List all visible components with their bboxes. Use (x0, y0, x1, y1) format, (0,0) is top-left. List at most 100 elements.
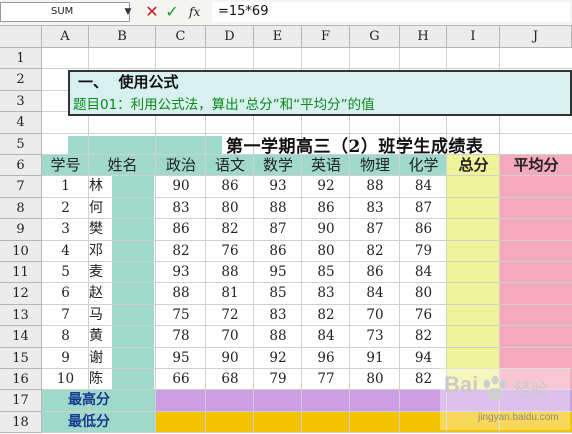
header-cell[interactable]: 数学 (254, 155, 302, 176)
score-cell[interactable]: 68 (206, 369, 254, 390)
header-cell[interactable]: 英语 (302, 155, 350, 176)
score-cell[interactable]: 86 (350, 262, 400, 283)
score-cell[interactable]: 73 (350, 326, 400, 347)
header-cell[interactable]: 政治 (156, 155, 206, 176)
score-cell[interactable]: 91 (350, 348, 400, 369)
header-cell[interactable]: 总分 (447, 155, 500, 176)
enter-icon[interactable]: ✓ (163, 3, 181, 21)
score-cell[interactable]: 82 (156, 241, 206, 262)
row-header-5[interactable]: 5 (0, 133, 42, 155)
score-cell[interactable]: 88 (254, 198, 302, 219)
score-cell[interactable]: 93 (156, 262, 206, 283)
score-cell[interactable]: 75 (156, 305, 206, 326)
header-cell[interactable]: 学号 (42, 155, 89, 176)
score-cell[interactable]: 84 (400, 262, 447, 283)
row-header-10[interactable]: 10 (0, 240, 42, 262)
student-id-cell[interactable]: 4 (42, 241, 89, 262)
column-header-f[interactable]: F (302, 26, 350, 48)
name-box[interactable]: SUM (0, 2, 130, 22)
row-header-8[interactable]: 8 (0, 197, 42, 220)
name-box-dropdown-icon[interactable]: ▼ (122, 2, 134, 22)
score-cell[interactable]: 86 (156, 219, 206, 240)
header-cell[interactable]: 化学 (400, 155, 447, 176)
score-cell[interactable]: 88 (206, 262, 254, 283)
score-cell[interactable]: 85 (254, 283, 302, 304)
score-cell[interactable]: 83 (350, 198, 400, 219)
student-name-cell[interactable]: 邓 (87, 241, 115, 262)
score-cell[interactable]: 87 (254, 219, 302, 240)
column-header-d[interactable]: D (206, 26, 254, 48)
score-cell[interactable]: 86 (206, 176, 254, 197)
formula-input[interactable]: =15*69 (212, 2, 570, 22)
score-cell[interactable]: 85 (302, 262, 350, 283)
score-cell[interactable]: 80 (302, 241, 350, 262)
header-cell[interactable]: 姓名 (89, 155, 156, 176)
score-cell[interactable]: 80 (206, 198, 254, 219)
column-header-b[interactable]: B (89, 26, 156, 48)
column-header-e[interactable]: E (254, 26, 302, 48)
header-cell[interactable]: 语文 (206, 155, 254, 176)
student-name-cell[interactable]: 赵 (87, 283, 115, 304)
score-cell[interactable]: 70 (206, 326, 254, 347)
score-cell[interactable]: 78 (156, 326, 206, 347)
student-id-cell[interactable]: 2 (42, 198, 89, 219)
student-name-cell[interactable]: 黄 (87, 326, 115, 347)
student-id-cell[interactable]: 7 (42, 305, 89, 326)
row-header-18[interactable]: 18 (0, 411, 42, 434)
score-cell[interactable]: 76 (206, 241, 254, 262)
score-cell[interactable]: 82 (302, 305, 350, 326)
header-cell[interactable]: 平均分 (500, 155, 572, 176)
score-cell[interactable]: 93 (254, 176, 302, 197)
row-header-12[interactable]: 12 (0, 283, 42, 305)
insert-function-icon[interactable]: fx (189, 3, 205, 21)
score-cell[interactable]: 72 (206, 305, 254, 326)
row-header-9[interactable]: 9 (0, 219, 42, 241)
score-cell[interactable]: 92 (254, 348, 302, 369)
student-id-cell[interactable]: 3 (42, 219, 89, 240)
row-header-11[interactable]: 11 (0, 262, 42, 284)
score-cell[interactable]: 83 (156, 198, 206, 219)
score-cell[interactable]: 83 (254, 305, 302, 326)
column-header-c[interactable]: C (156, 26, 206, 48)
score-cell[interactable]: 81 (206, 283, 254, 304)
score-cell[interactable]: 90 (302, 219, 350, 240)
score-cell[interactable]: 95 (254, 262, 302, 283)
score-cell[interactable]: 87 (400, 198, 447, 219)
cancel-icon[interactable]: ✕ (143, 3, 161, 21)
score-cell[interactable]: 82 (350, 241, 400, 262)
score-cell[interactable]: 84 (400, 176, 447, 197)
score-cell[interactable]: 90 (206, 348, 254, 369)
row-header-6[interactable]: 6 (0, 155, 42, 177)
row-header-17[interactable]: 17 (0, 390, 42, 412)
score-cell[interactable]: 87 (350, 219, 400, 240)
score-cell[interactable]: 86 (400, 219, 447, 240)
score-cell[interactable]: 92 (302, 176, 350, 197)
score-cell[interactable]: 76 (400, 305, 447, 326)
student-id-cell[interactable]: 9 (42, 348, 89, 369)
score-cell[interactable]: 80 (350, 369, 400, 390)
student-id-cell[interactable]: 8 (42, 326, 89, 347)
row-header-3[interactable]: 3 (0, 90, 42, 113)
score-cell[interactable]: 82 (400, 326, 447, 347)
row-header-1[interactable]: 1 (0, 48, 42, 70)
score-cell[interactable]: 88 (156, 283, 206, 304)
row-header-2[interactable]: 2 (0, 69, 42, 91)
score-cell[interactable]: 79 (254, 369, 302, 390)
score-cell[interactable]: 83 (302, 283, 350, 304)
column-header-j[interactable]: J (500, 26, 572, 48)
student-name-cell[interactable]: 樊 (87, 219, 115, 240)
score-cell[interactable]: 77 (302, 369, 350, 390)
column-header-a[interactable]: A (42, 26, 89, 48)
row-header-15[interactable]: 15 (0, 347, 42, 369)
score-cell[interactable]: 88 (254, 326, 302, 347)
row-header-16[interactable]: 16 (0, 369, 42, 391)
column-header-i[interactable]: I (447, 26, 500, 48)
header-cell[interactable]: 物理 (350, 155, 400, 176)
score-cell[interactable]: 86 (302, 198, 350, 219)
row-header-7[interactable]: 7 (0, 176, 42, 198)
student-name-cell[interactable]: 陈 (87, 369, 115, 390)
select-all-corner[interactable] (0, 26, 42, 48)
column-header-g[interactable]: G (350, 26, 400, 48)
row-header-14[interactable]: 14 (0, 326, 42, 348)
student-id-cell[interactable]: 6 (42, 283, 89, 304)
